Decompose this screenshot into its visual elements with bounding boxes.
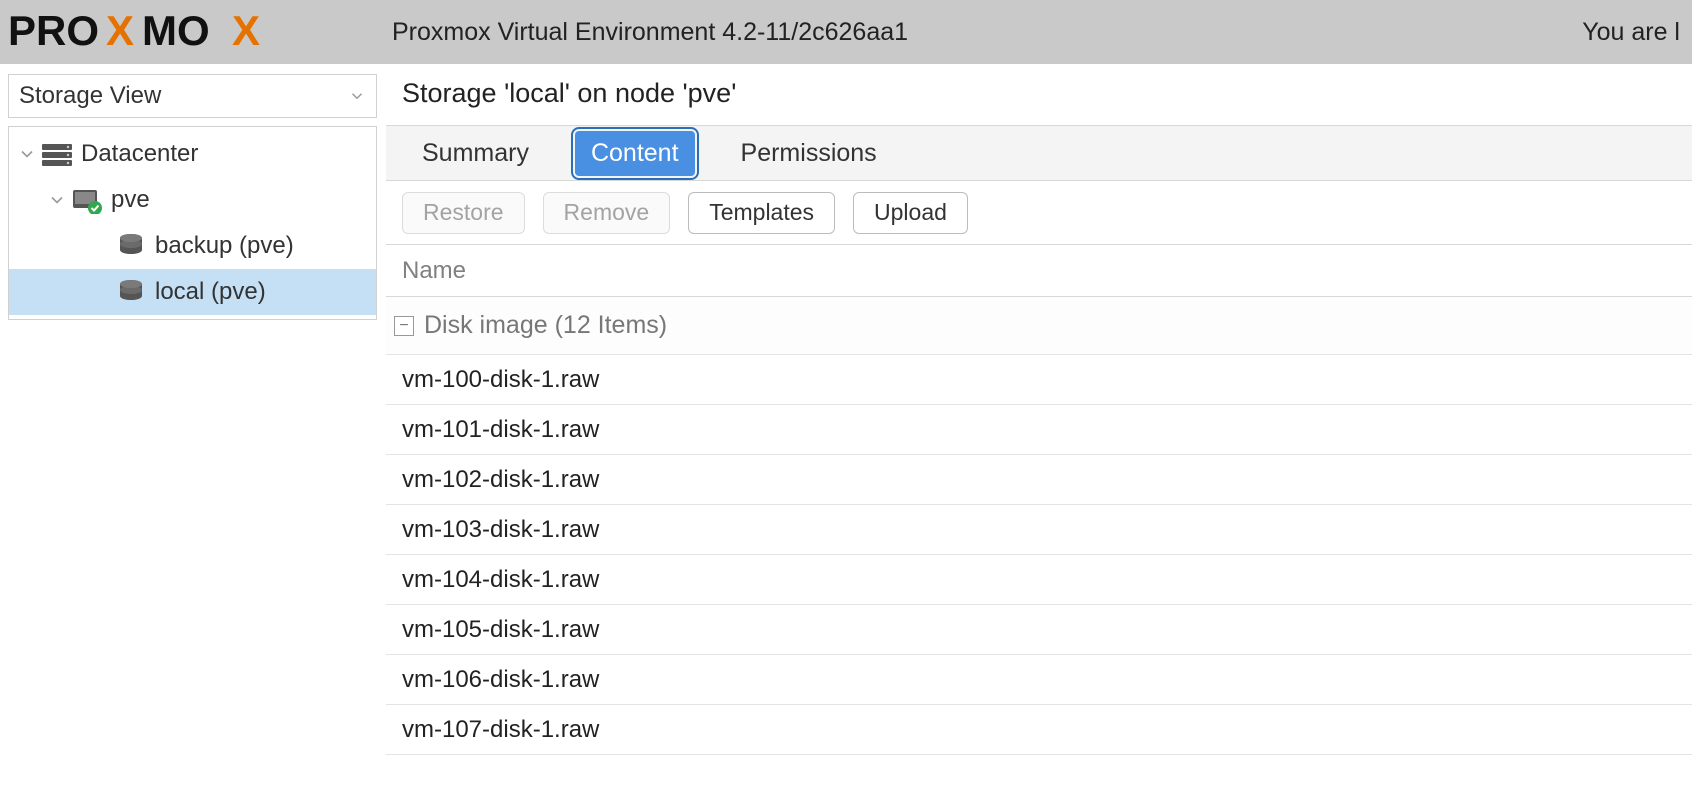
svg-text:MO: MO [142,9,210,54]
table-row[interactable]: vm-105-disk-1.raw [386,605,1692,655]
chevron-down-icon [348,87,366,105]
tree-item-datacenter[interactable]: Datacenter [9,131,376,177]
content-panel: Storage 'local' on node 'pve' Summary Co… [386,64,1692,788]
tab-summary[interactable]: Summary [406,131,545,176]
node-online-icon [71,186,103,214]
svg-text:X: X [106,9,134,54]
resource-tree: Datacenter pve [8,126,377,320]
tree-item-node-pve[interactable]: pve [9,177,376,223]
tree-item-label: local (pve) [155,278,266,306]
table-row[interactable]: vm-106-disk-1.raw [386,655,1692,705]
tree-item-label: pve [111,186,150,214]
server-icon [41,140,73,168]
grid-body: vm-100-disk-1.raw vm-101-disk-1.raw vm-1… [386,355,1692,755]
group-row-disk-image[interactable]: − Disk image (12 Items) [386,297,1692,355]
column-header-name[interactable]: Name [386,245,1692,297]
tree-item-storage-backup[interactable]: backup (pve) [9,223,376,269]
table-row[interactable]: vm-107-disk-1.raw [386,705,1692,755]
table-row[interactable]: vm-102-disk-1.raw [386,455,1692,505]
svg-text:PRO: PRO [8,9,99,54]
view-selector[interactable]: Storage View [8,74,377,118]
table-row[interactable]: vm-101-disk-1.raw [386,405,1692,455]
sidebar: Storage View [0,64,386,788]
header-title: Proxmox Virtual Environment 4.2-11/2c626… [392,18,908,47]
panel-title: Storage 'local' on node 'pve' [386,64,1692,125]
view-selector-label: Storage View [19,82,161,110]
database-icon [115,278,147,306]
chevron-down-icon [47,190,67,210]
tab-permissions[interactable]: Permissions [725,131,893,176]
table-row[interactable]: vm-104-disk-1.raw [386,555,1692,605]
upload-button[interactable]: Upload [853,192,968,234]
table-row[interactable]: vm-100-disk-1.raw [386,355,1692,405]
templates-button[interactable]: Templates [688,192,835,234]
header-bar: PRO X MO X Proxmox Virtual Environment 4… [0,0,1692,64]
remove-button[interactable]: Remove [543,192,671,234]
login-status: You are l [1582,18,1680,47]
database-icon [115,232,147,260]
chevron-down-icon [17,144,37,164]
tree-item-storage-local[interactable]: local (pve) [9,269,376,315]
svg-text:X: X [232,9,260,54]
restore-button[interactable]: Restore [402,192,525,234]
proxmox-logo[interactable]: PRO X MO X [8,9,370,55]
toolbar: Restore Remove Templates Upload [386,181,1692,245]
table-row[interactable]: vm-103-disk-1.raw [386,505,1692,555]
tree-item-label: backup (pve) [155,232,294,260]
group-label: Disk image (12 Items) [424,311,667,340]
tab-content[interactable]: Content [575,131,695,176]
collapse-icon[interactable]: − [394,316,414,336]
tab-bar: Summary Content Permissions [386,125,1692,181]
tree-item-label: Datacenter [81,140,198,168]
